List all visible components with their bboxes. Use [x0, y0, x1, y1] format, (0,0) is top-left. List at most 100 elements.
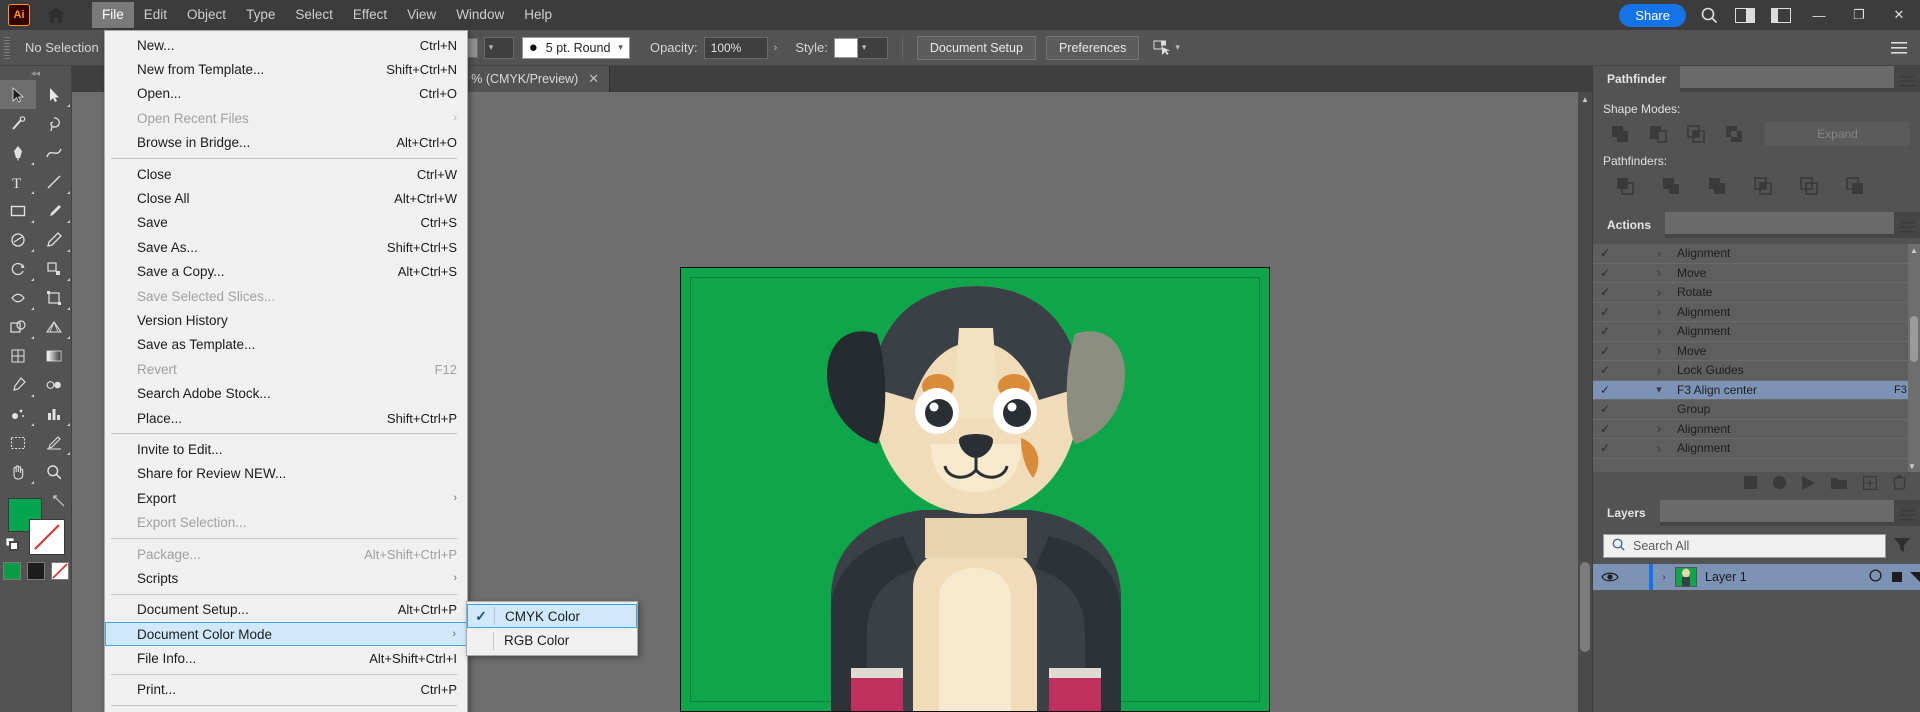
menu-item-browse-in-bridge[interactable]: Browse in Bridge... Alt+Ctrl+O — [105, 131, 467, 155]
draw-behind-icon[interactable] — [26, 562, 45, 580]
canvas-vertical-scrollbar[interactable]: ▲ — [1578, 92, 1592, 712]
merge-icon[interactable] — [1695, 174, 1739, 198]
menu-item-file-info[interactable]: File Info... Alt+Shift+Ctrl+I — [105, 646, 467, 670]
checkmark-icon[interactable]: ✓ — [1593, 305, 1617, 319]
tab-layers[interactable]: Layers — [1593, 500, 1660, 526]
close-button[interactable]: ✕ — [1884, 0, 1914, 30]
checkmark-icon[interactable]: ✓ — [1593, 266, 1617, 280]
checkmark-icon[interactable]: ✓ — [1593, 285, 1617, 299]
menu-item-save-a-copy[interactable]: Save a Copy... Alt+Ctrl+S — [105, 260, 467, 284]
pen-tool[interactable] — [0, 138, 36, 167]
menu-edit[interactable]: Edit — [134, 2, 177, 28]
lasso-tool[interactable] — [36, 109, 72, 138]
opacity-input[interactable]: 100% — [703, 36, 768, 59]
action-row[interactable]: ✓ ▾ F3 Align center F3 — [1593, 380, 1920, 400]
menu-item-scripts[interactable]: Scripts › — [105, 566, 467, 590]
chevron-down-icon[interactable]: ▾ — [1641, 383, 1677, 396]
share-button[interactable]: Share — [1619, 3, 1686, 27]
action-row[interactable]: ✓ Group — [1593, 400, 1920, 420]
gradient-tool[interactable] — [36, 341, 72, 370]
unite-icon[interactable] — [1603, 122, 1637, 146]
selection-tool[interactable] — [0, 80, 36, 109]
home-icon[interactable] — [42, 1, 70, 29]
checkmark-icon[interactable]: ✓ — [1593, 383, 1617, 397]
close-tab-icon[interactable]: ✕ — [588, 71, 599, 87]
menu-item-document-setup[interactable]: Document Setup... Alt+Ctrl+P — [105, 598, 467, 622]
mesh-tool[interactable] — [0, 341, 36, 370]
control-bar-grip[interactable] — [4, 36, 10, 59]
menu-type[interactable]: Type — [236, 2, 285, 28]
submenu-item-rgb-color[interactable]: RGB Color — [467, 628, 637, 652]
symbol-sprayer-tool[interactable] — [0, 399, 36, 428]
column-graph-tool[interactable] — [36, 399, 72, 428]
scroll-down-icon[interactable]: ▼ — [1908, 460, 1916, 472]
rectangle-tool[interactable] — [0, 196, 36, 225]
menu-help[interactable]: Help — [514, 2, 562, 28]
chevron-right-icon[interactable]: › — [1641, 265, 1677, 280]
filter-icon[interactable] — [1894, 537, 1910, 556]
maximize-button[interactable]: ❐ — [1844, 0, 1874, 30]
file-menu-dropdown[interactable]: New... Ctrl+N New from Template... Shift+Ct… — [104, 30, 468, 712]
free-transform-tool[interactable] — [36, 283, 72, 312]
blend-tool[interactable] — [36, 370, 72, 399]
line-segment-tool[interactable] — [36, 167, 72, 196]
stroke-color-swatch[interactable] — [28, 519, 65, 555]
minimize-button[interactable]: — — [1804, 0, 1834, 30]
new-set-icon[interactable] — [1831, 476, 1847, 492]
curvature-tool[interactable] — [36, 138, 72, 167]
exclude-icon[interactable] — [1717, 122, 1751, 146]
document-setup-button[interactable]: Document Setup — [916, 35, 1036, 60]
eye-icon[interactable] — [1593, 571, 1627, 583]
opacity-expand-icon[interactable]: › — [774, 42, 778, 54]
actions-menu-icon[interactable] — [1894, 216, 1920, 238]
action-row[interactable]: ✓ › Alignment — [1593, 420, 1920, 439]
direct-selection-tool[interactable] — [36, 80, 72, 109]
crop-icon[interactable] — [1741, 174, 1785, 198]
new-action-icon[interactable] — [1862, 475, 1878, 493]
action-row[interactable]: ✓ › Move — [1593, 342, 1920, 361]
action-row[interactable]: ✓ › Alignment — [1593, 303, 1920, 322]
chevron-right-icon[interactable]: › — [1641, 421, 1677, 436]
layers-menu-icon[interactable] — [1894, 504, 1920, 526]
intersect-icon[interactable] — [1679, 122, 1713, 146]
menu-item-place[interactable]: Place... Shift+Ctrl+P — [105, 406, 467, 430]
default-fill-stroke-icon[interactable] — [5, 537, 19, 554]
scrollbar-thumb[interactable] — [1910, 316, 1918, 362]
minus-back-icon[interactable] — [1833, 174, 1877, 198]
magic-wand-tool[interactable] — [0, 109, 36, 138]
graphic-style-dropdown[interactable]: ▾ — [857, 36, 888, 59]
paintbrush-tool[interactable] — [36, 196, 72, 225]
checkmark-icon[interactable]: ✓ — [1593, 363, 1617, 377]
action-row[interactable]: ✓ › Alignment — [1593, 244, 1920, 264]
divide-icon[interactable] — [1603, 174, 1647, 198]
scroll-up-icon[interactable]: ▲ — [1578, 92, 1592, 106]
menu-item-print[interactable]: Print... Ctrl+P — [105, 678, 467, 702]
chevron-right-icon[interactable]: › — [1641, 285, 1677, 300]
artboard[interactable] — [680, 267, 1270, 712]
graphic-style-swatch[interactable] — [833, 37, 858, 58]
pencil-tool[interactable] — [36, 225, 72, 254]
menu-item-share-for-review-new[interactable]: Share for Review NEW... — [105, 462, 467, 486]
eyedropper-tool[interactable] — [0, 370, 36, 399]
checkmark-icon[interactable]: ✓ — [1593, 344, 1617, 358]
chevron-right-icon[interactable]: › — [1641, 343, 1677, 358]
target-icon[interactable] — [1858, 569, 1892, 585]
stroke-color-dropdown[interactable]: ▾ — [483, 36, 514, 59]
menu-item-open[interactable]: Open... Ctrl+O — [105, 82, 467, 106]
shaper-tool[interactable] — [0, 225, 36, 254]
play-icon[interactable] — [1802, 475, 1815, 493]
perspective-grid-tool[interactable] — [36, 312, 72, 341]
action-row[interactable]: ✓ › Alignment — [1593, 322, 1920, 342]
draw-inside-icon[interactable] — [50, 562, 69, 580]
width-tool[interactable] — [0, 283, 36, 312]
actions-scrollbar[interactable]: ▲ ▼ — [1908, 244, 1920, 472]
type-tool[interactable]: T — [0, 167, 36, 196]
arrange-documents-icon[interactable] — [1732, 2, 1758, 28]
zoom-tool[interactable] — [36, 457, 72, 486]
menu-item-new-from-template[interactable]: New from Template... Shift+Ctrl+N — [105, 57, 467, 81]
select-similar-objects-icon[interactable]: ▾ — [1153, 40, 1180, 56]
menu-item-version-history[interactable]: Version History — [105, 308, 467, 332]
layers-search-input[interactable]: Search All — [1603, 534, 1886, 558]
menu-item-search-adobe-stock[interactable]: Search Adobe Stock... — [105, 381, 467, 405]
rotate-tool[interactable] — [0, 254, 36, 283]
